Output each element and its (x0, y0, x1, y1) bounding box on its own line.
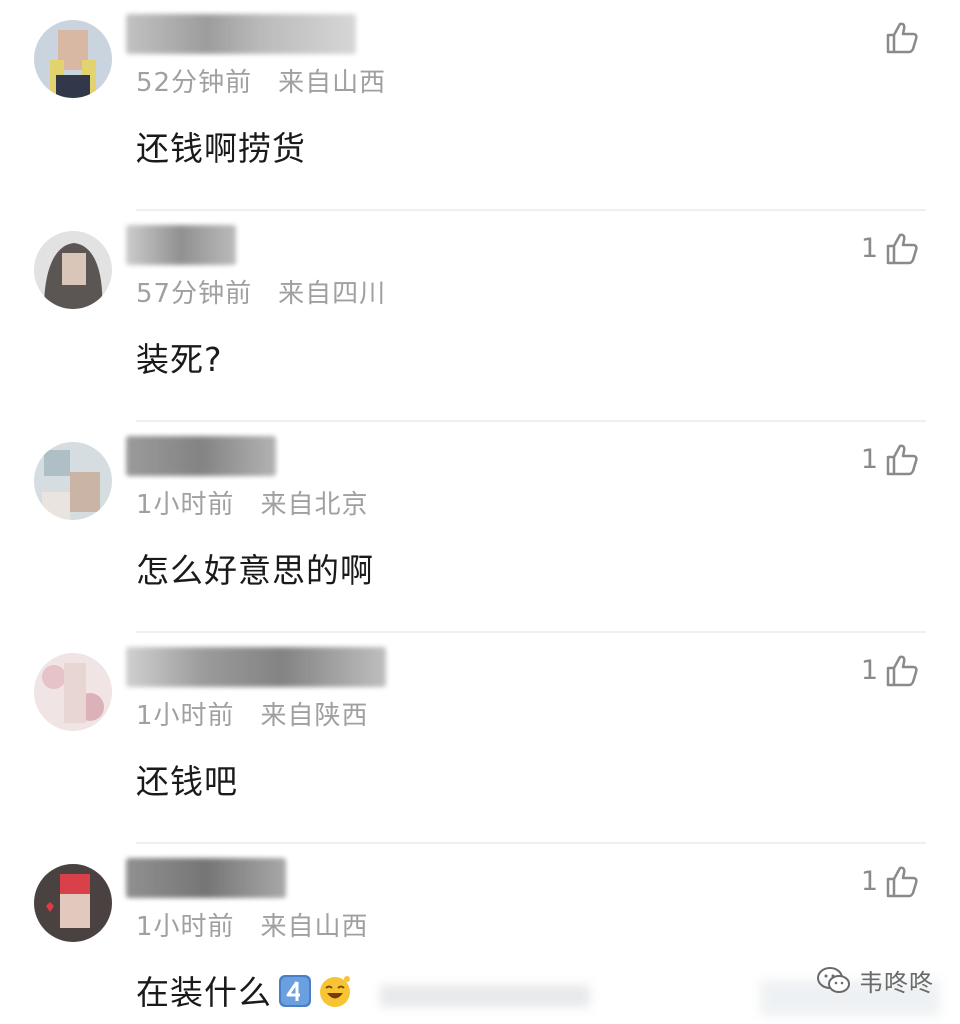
like-count: 1 (860, 233, 878, 264)
avatar[interactable] (34, 231, 112, 309)
laughing-face-emoji-icon (318, 974, 352, 1008)
comment-time: 1小时前 (136, 701, 235, 731)
comment-meta: 1小时前 来自山西 (136, 906, 369, 943)
avatar[interactable] (34, 864, 112, 942)
comment-location: 来自四川 (278, 279, 387, 309)
comment-time: 1小时前 (136, 490, 235, 520)
like-count: 1 (860, 866, 878, 897)
like-button[interactable] (878, 18, 920, 58)
comment-text: 装死? (136, 340, 223, 379)
wechat-icon (817, 966, 850, 993)
comment-item: 57分钟前 来自四川 装死? 1 (0, 211, 960, 422)
username-redacted[interactable] (126, 225, 236, 265)
like-button[interactable]: 1 (861, 862, 920, 902)
avatar[interactable] (34, 653, 112, 731)
thumbs-up-icon (886, 655, 918, 687)
keycap-4-emoji-icon (278, 974, 312, 1008)
username-redacted[interactable] (126, 436, 276, 476)
comment-time: 57分钟前 (136, 279, 253, 309)
avatar[interactable] (34, 442, 112, 520)
like-count: 1 (860, 444, 878, 475)
like-count: 1 (860, 655, 878, 686)
comment-item: 1小时前 来自陕西 还钱吧 1 (0, 633, 960, 844)
comment-location: 来自北京 (260, 490, 369, 520)
watermark-text: 韦咚咚 (859, 969, 934, 997)
username-redacted[interactable] (126, 858, 286, 898)
thumbs-up-icon (886, 22, 918, 54)
thumbs-up-icon (886, 444, 918, 476)
comment-text: 还钱啊捞货 (136, 129, 306, 168)
comment-location: 来自陕西 (260, 701, 369, 731)
username-redacted[interactable] (126, 647, 386, 687)
blurred-region (380, 985, 590, 1007)
comment-item: 1小时前 来自北京 怎么好意思的啊 1 (0, 422, 960, 633)
comment-meta: 57分钟前 来自四川 (136, 273, 386, 310)
comment-meta: 1小时前 来自北京 (136, 484, 369, 521)
watermark: 韦咚咚 (817, 963, 934, 998)
like-button[interactable]: 1 (861, 651, 920, 691)
comment-text: 怎么好意思的啊 (136, 551, 374, 590)
like-button[interactable]: 1 (861, 229, 920, 269)
comment-time: 52分钟前 (136, 68, 253, 98)
comment-item: 52分钟前 来自山西 还钱啊捞货 (0, 0, 960, 211)
avatar[interactable] (34, 20, 112, 98)
comment-list: 52分钟前 来自山西 还钱啊捞货 57分钟前 来自四川 装死? 1 1小时前 来… (0, 0, 960, 1024)
comment-text: 还钱吧 (136, 762, 238, 801)
comment-location: 来自山西 (260, 912, 369, 942)
comment-time: 1小时前 (136, 912, 235, 942)
like-button[interactable]: 1 (861, 440, 920, 480)
comment-meta: 1小时前 来自陕西 (136, 695, 369, 732)
thumbs-up-icon (886, 233, 918, 265)
username-redacted[interactable] (126, 14, 356, 54)
thumbs-up-icon (886, 866, 918, 898)
comment-text-content: 在装什么 (136, 973, 272, 1012)
comment-text: 在装什么 (136, 966, 352, 1014)
comment-location: 来自山西 (278, 68, 387, 98)
comment-meta: 52分钟前 来自山西 (136, 62, 386, 99)
